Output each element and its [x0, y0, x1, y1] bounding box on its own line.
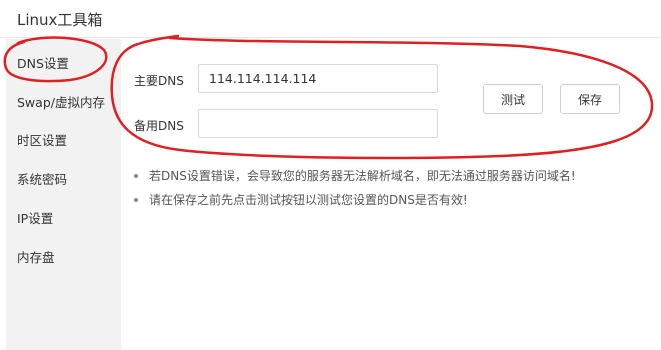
primary-dns-label: 主要DNS: [134, 74, 184, 88]
note-item: 若DNS设置错误，会导致您的服务器无法解析域名，即无法通过服务器访问域名!: [134, 166, 576, 190]
primary-dns-input[interactable]: [198, 64, 438, 93]
title-bar: Linux工具箱: [0, 0, 661, 38]
sidebar-item-swap[interactable]: Swap/虚拟内存: [17, 92, 105, 111]
save-button[interactable]: 保存: [560, 84, 620, 114]
app-title: Linux工具箱: [17, 11, 103, 29]
sidebar-item-dns[interactable]: DNS设置: [17, 53, 69, 72]
bullet-icon: [134, 174, 138, 178]
notes-list: 若DNS设置错误，会导致您的服务器无法解析域名，即无法通过服务器访问域名! 请在…: [134, 166, 576, 214]
note-text: 请在保存之前先点击测试按钮以测试您设置的DNS是否有效!: [149, 193, 468, 207]
secondary-dns-input[interactable]: [198, 109, 438, 138]
sidebar: DNS设置 Swap/虚拟内存 时区设置 系统密码 IP设置 内存盘: [6, 39, 121, 350]
note-item: 请在保存之前先点击测试按钮以测试您设置的DNS是否有效!: [134, 190, 576, 214]
test-button[interactable]: 测试: [483, 84, 543, 114]
sidebar-item-ramdisk[interactable]: 内存盘: [17, 247, 55, 266]
sidebar-item-password[interactable]: 系统密码: [17, 169, 67, 188]
bullet-icon: [134, 198, 138, 202]
secondary-dns-label: 备用DNS: [134, 119, 184, 133]
sidebar-item-timezone[interactable]: 时区设置: [17, 130, 67, 149]
note-text: 若DNS设置错误，会导致您的服务器无法解析域名，即无法通过服务器访问域名!: [149, 169, 576, 183]
sidebar-item-ip[interactable]: IP设置: [17, 208, 53, 227]
